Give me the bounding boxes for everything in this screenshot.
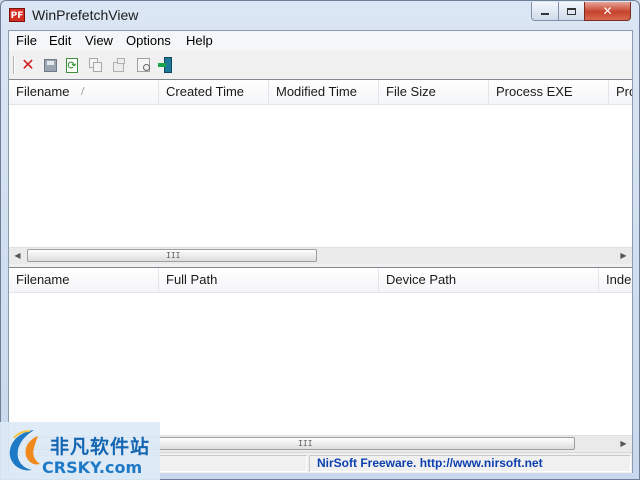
close-button[interactable]: ✕ <box>584 2 631 21</box>
column-header-filename[interactable]: Filename / <box>9 80 159 104</box>
scroll-grip-icon: III <box>298 439 313 448</box>
sort-indicator-icon: / <box>81 86 85 97</box>
maximize-icon <box>567 7 576 15</box>
properties-button[interactable] <box>110 56 128 74</box>
watermark-logo-icon <box>9 430 40 471</box>
maximize-button[interactable] <box>558 2 585 21</box>
red-x-icon: ✕ <box>21 55 35 74</box>
scroll-grip-icon: III <box>166 251 181 260</box>
app-icon[interactable]: PF <box>9 8 25 22</box>
floppy-disk-icon <box>43 58 57 72</box>
minimize-icon <box>541 13 549 15</box>
menu-options[interactable]: Options <box>124 33 173 48</box>
column-header-modified-time[interactable]: Modified Time <box>269 80 379 104</box>
list-header: Filename Full Path Device Path Inde <box>9 268 632 293</box>
toolbar-separator <box>13 56 15 74</box>
scrollbar-thumb[interactable]: III <box>27 249 317 262</box>
column-header-created-time[interactable]: Created Time <box>159 80 269 104</box>
toolbar: ✕ ⟳ <box>9 52 632 78</box>
menu-file[interactable]: File <box>14 33 39 48</box>
column-header-index[interactable]: Inde <box>599 268 632 292</box>
html-report-button[interactable] <box>134 56 152 74</box>
horizontal-scrollbar[interactable]: ◀ III ▶ <box>9 247 632 264</box>
exit-door-icon <box>157 57 173 73</box>
title-bar[interactable]: PF WinPrefetchView ✕ <box>1 1 639 29</box>
list-header: Filename / Created Time Modified Time Fi… <box>9 80 632 105</box>
delete-button[interactable]: ✕ <box>19 56 37 74</box>
column-header-filename[interactable]: Filename <box>9 268 159 292</box>
watermark-en-text: CRSKY.com <box>42 458 143 477</box>
minimize-button[interactable] <box>531 2 559 21</box>
menu-edit[interactable]: Edit <box>47 33 73 48</box>
html-report-icon <box>136 58 150 72</box>
column-header-process-exe[interactable]: Process EXE <box>489 80 609 104</box>
watermark-cn-text: 非凡软件站 <box>50 436 151 458</box>
client-area: File Edit View Options Help ✕ ⟳ Filename… <box>8 30 633 473</box>
site-watermark: 非凡软件站 CRSKY.com <box>0 422 160 480</box>
properties-icon <box>112 58 126 72</box>
close-icon: ✕ <box>602 4 613 18</box>
column-header-full-path[interactable]: Full Path <box>159 268 379 292</box>
exit-button[interactable] <box>156 56 174 74</box>
prefetch-files-list[interactable]: Filename / Created Time Modified Time Fi… <box>9 79 632 264</box>
column-header-file-size[interactable]: File Size <box>379 80 489 104</box>
column-header-process-path[interactable]: Pro <box>609 80 632 104</box>
nirsoft-link[interactable]: NirSoft Freeware. http://www.nirsoft.net <box>317 456 543 470</box>
scroll-left-icon[interactable]: ◀ <box>9 248 26 264</box>
menu-help[interactable]: Help <box>184 33 215 48</box>
refresh-button[interactable]: ⟳ <box>63 56 81 74</box>
column-header-device-path[interactable]: Device Path <box>379 268 599 292</box>
app-window: PF WinPrefetchView ✕ File Edit View Opti… <box>0 0 640 480</box>
menu-view[interactable]: View <box>83 33 115 48</box>
menu-bar: File Edit View Options Help <box>9 31 632 51</box>
scroll-right-icon[interactable]: ▶ <box>615 248 632 264</box>
refresh-icon: ⟳ <box>66 57 78 73</box>
scroll-right-icon[interactable]: ▶ <box>615 436 632 452</box>
save-button[interactable] <box>41 56 59 74</box>
copy-button[interactable] <box>87 56 105 74</box>
copy-icon <box>89 58 103 72</box>
window-title: WinPrefetchView <box>32 7 139 23</box>
